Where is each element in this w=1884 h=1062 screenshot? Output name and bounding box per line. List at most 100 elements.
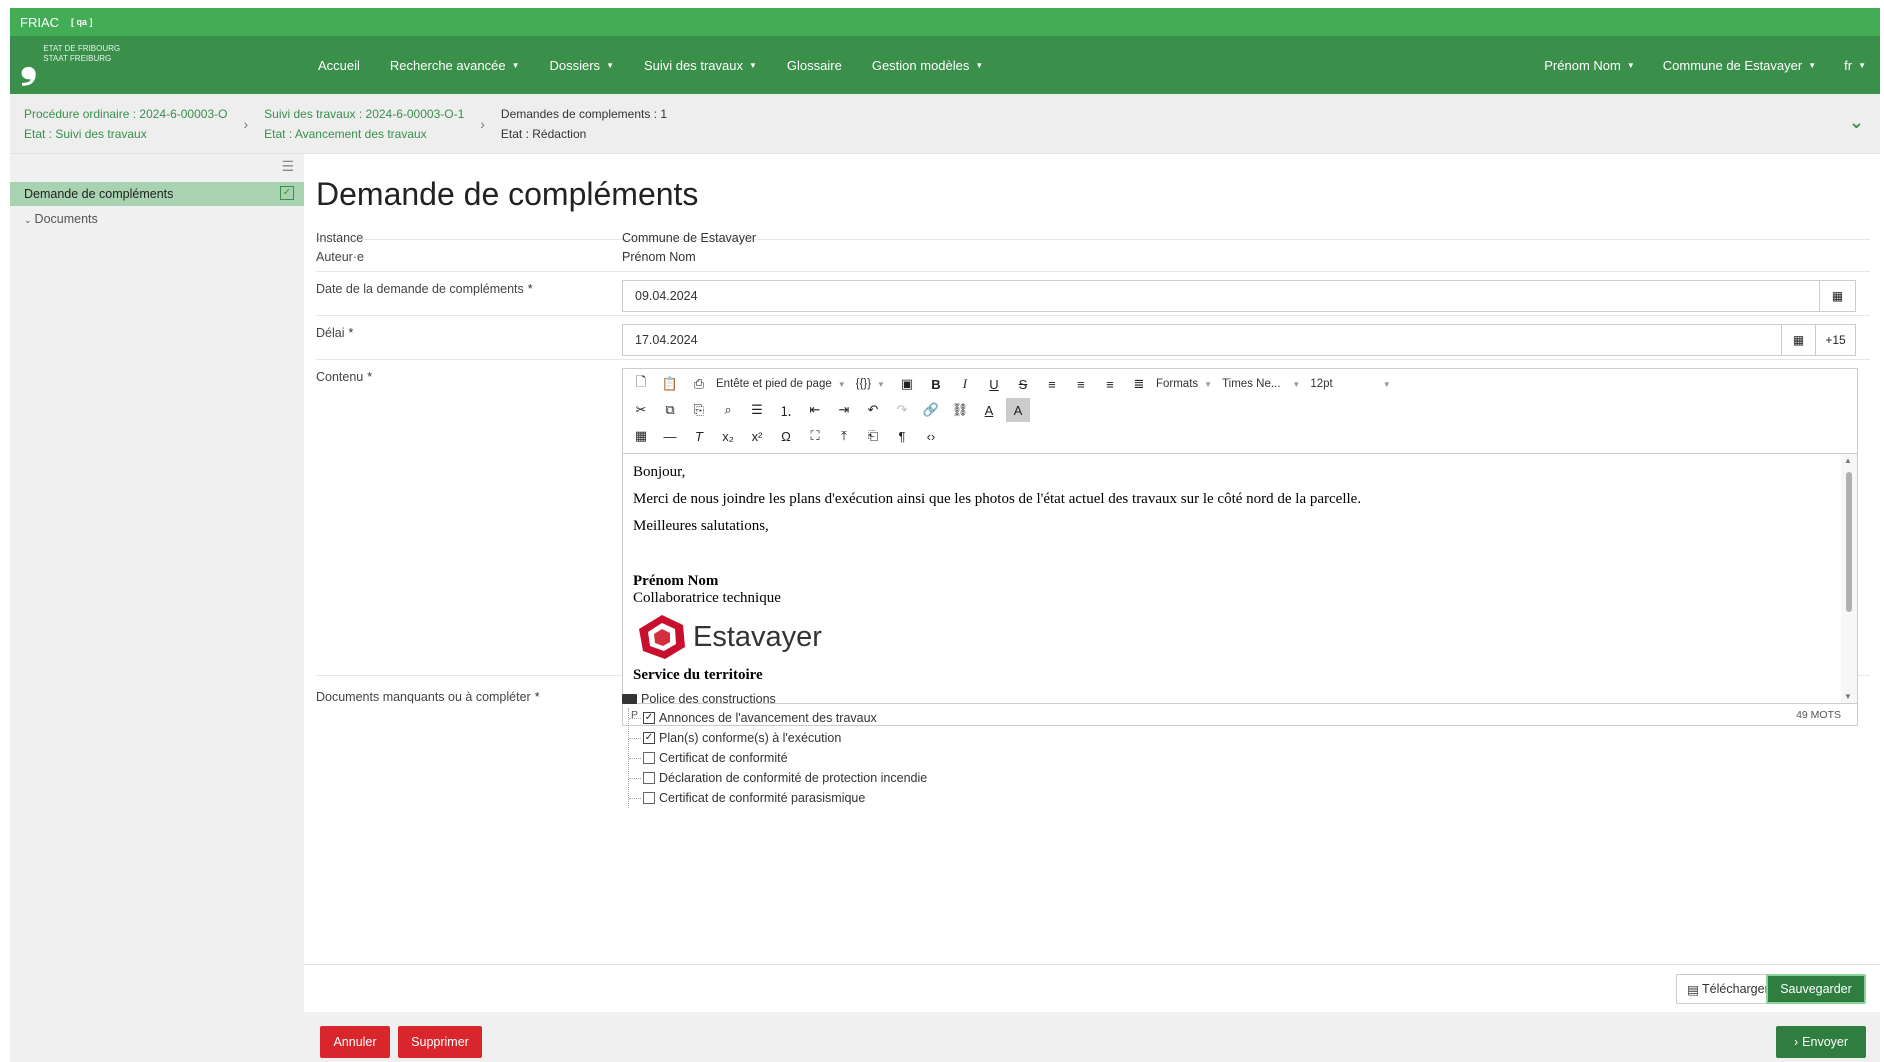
hamburger-icon[interactable]: ☰	[281, 158, 294, 175]
nav-recherche-avancee[interactable]: Recherche avancée ▼	[390, 58, 520, 73]
align-left-icon[interactable]: ≡	[1040, 372, 1064, 396]
list-item[interactable]: ✓ Annonces de l'avancement des travaux	[629, 708, 927, 728]
checkbox[interactable]	[643, 792, 655, 804]
paragraph-icon[interactable]: ¶	[890, 424, 914, 448]
calendar-icon[interactable]: ▦	[1782, 324, 1816, 356]
unlink-icon[interactable]: ⛓	[948, 398, 972, 422]
editor-scrollbar[interactable]: ▲ ▼	[1841, 453, 1857, 703]
cancel-button[interactable]: Annuler	[320, 1026, 390, 1058]
checkbox-checked[interactable]: ✓	[643, 732, 655, 744]
superscript-icon[interactable]: x²	[745, 424, 769, 448]
caret-down-icon: ▼	[1626, 60, 1635, 70]
horizontal-rule-icon[interactable]: —	[658, 424, 682, 448]
page-break-icon[interactable]: ⎗	[861, 424, 885, 448]
cut-icon[interactable]: ✂	[629, 398, 653, 422]
download-button[interactable]: ▤ Télécharger	[1676, 974, 1780, 1004]
nav-gestion-modeles[interactable]: Gestion modèles ▼	[872, 58, 983, 73]
bullet-list-icon[interactable]: ☰	[745, 398, 769, 422]
bold-icon[interactable]: B	[924, 372, 948, 396]
table-icon[interactable]: ▦	[629, 424, 653, 448]
nav-accueil[interactable]: Accueil	[318, 58, 360, 73]
nav-dossiers[interactable]: Dossiers ▼	[549, 58, 614, 73]
numbered-list-icon[interactable]: ⒈	[774, 398, 798, 422]
font-family-dropdown[interactable]: Times Ne... ▼	[1222, 378, 1300, 390]
user-menu[interactable]: Prénom Nom ▼	[1544, 58, 1635, 73]
undo-icon[interactable]: ↶	[861, 398, 885, 422]
image-icon[interactable]: ▣	[895, 372, 919, 396]
breadcrumb-suivi[interactable]: Suivi des travaux : 2024-6-00003-O-1 Eta…	[264, 104, 464, 144]
upload-icon[interactable]: ⤒	[832, 424, 856, 448]
background-color-icon[interactable]: A	[1006, 398, 1030, 422]
crumb-state: Etat : Rédaction	[500, 126, 587, 141]
align-justify-icon[interactable]: ≣	[1127, 372, 1151, 396]
header-footer-dropdown[interactable]: Entête et pied de page ▼	[716, 378, 846, 390]
delay-input[interactable]: 17.04.2024	[622, 324, 1782, 356]
pdf-icon[interactable]: ⎙	[687, 372, 711, 396]
align-center-icon[interactable]: ≡	[1069, 372, 1093, 396]
copy-icon[interactable]: ⧉	[658, 398, 682, 422]
tree-group[interactable]: Police des constructions	[622, 690, 927, 708]
checkbox[interactable]	[643, 752, 655, 764]
list-item[interactable]: Certificat de conformité	[629, 748, 927, 768]
paste-text-icon[interactable]: ⎘	[687, 398, 711, 422]
strikethrough-icon[interactable]: S	[1011, 372, 1035, 396]
nav-glossaire[interactable]: Glossaire	[787, 58, 842, 73]
scroll-down-icon[interactable]: ▼	[1844, 692, 1852, 701]
clear-format-icon[interactable]: T	[687, 424, 711, 448]
language-menu[interactable]: fr ▼	[1844, 58, 1866, 73]
nav-suivi-travaux[interactable]: Suivi des travaux ▼	[644, 58, 757, 73]
list-item[interactable]: Déclaration de conformité de protection …	[629, 768, 927, 788]
nav-label: Dossiers	[549, 57, 601, 73]
add-15-days-button[interactable]: +15	[1816, 324, 1856, 356]
italic-icon[interactable]: I	[953, 372, 977, 396]
find-icon[interactable]: ⌕	[716, 398, 740, 422]
editor-content[interactable]: Bonjour, Merci de nous joindre les plans…	[623, 453, 1841, 703]
source-code-icon[interactable]: ‹›	[919, 424, 943, 448]
new-document-icon[interactable]: 🗋	[629, 372, 653, 396]
date-label-text: Date de la demande de compléments	[316, 282, 524, 296]
outdent-icon[interactable]: ⇤	[803, 398, 827, 422]
link-icon[interactable]: 🔗	[919, 398, 943, 422]
logo-line-2: STAAT FREIBURG	[43, 54, 112, 63]
commune-menu[interactable]: Commune de Estavayer ▼	[1663, 58, 1816, 73]
date-label: Date de la demande de compléments *	[316, 282, 533, 296]
documents-label: Documents manquants ou à compléter *	[316, 690, 540, 704]
text-color-icon[interactable]: A	[977, 398, 1001, 422]
document-label: Plan(s) conforme(s) à l'exécution	[659, 731, 842, 745]
subscript-icon[interactable]: x₂	[716, 424, 740, 448]
date-input[interactable]: 09.04.2024	[622, 280, 1820, 312]
breadcrumb-procedure[interactable]: Procédure ordinaire : 2024-6-00003-O Eta…	[24, 104, 227, 144]
variables-dropdown[interactable]: {{}} ▼	[856, 378, 885, 390]
nav-label: Accueil	[318, 57, 360, 73]
send-button[interactable]: › Envoyer	[1776, 1026, 1866, 1058]
underline-icon[interactable]: U	[982, 372, 1006, 396]
sidebar-item-documents[interactable]: ⌄ Documents	[24, 212, 98, 226]
scrollbar-thumb[interactable]	[1846, 472, 1852, 612]
checkbox[interactable]	[643, 772, 655, 784]
indent-icon[interactable]: ⇥	[832, 398, 856, 422]
save-button[interactable]: Sauvegarder	[1766, 974, 1866, 1004]
scroll-up-icon[interactable]: ▲	[1844, 456, 1852, 465]
special-char-icon[interactable]: Ω	[774, 424, 798, 448]
list-item[interactable]: ✓ Plan(s) conforme(s) à l'exécution	[629, 728, 927, 748]
chevron-down-icon[interactable]: ⌄	[1849, 112, 1864, 133]
caret-down-icon: ▼	[748, 60, 757, 70]
file-pdf-icon: ▤	[1687, 982, 1700, 997]
rich-text-editor: 🗋 📋 ⎙ Entête et pied de page ▼ {{}} ▼ ▣ B …	[622, 368, 1858, 726]
list-item[interactable]: Certificat de conformité parasismique	[629, 788, 927, 808]
state-logo[interactable]: ❟ ETAT DE FRIBOURG STAAT FREIBURG	[10, 36, 304, 94]
caret-down-icon: ▼	[1858, 60, 1866, 70]
document-label: Certificat de conformité parasismique	[659, 791, 866, 805]
formats-dropdown[interactable]: Formats ▼	[1156, 378, 1212, 390]
checkbox-checked[interactable]: ✓	[643, 712, 655, 724]
estavayer-logo: Estavayer	[635, 613, 1831, 661]
font-size-dropdown[interactable]: 12pt ▼	[1310, 378, 1390, 390]
calendar-icon[interactable]: ▦	[1820, 280, 1856, 312]
align-right-icon[interactable]: ≡	[1098, 372, 1122, 396]
sidebar-item-demande[interactable]: Demande de compléments ✓	[10, 182, 304, 206]
paste-icon[interactable]: 📋	[658, 372, 682, 396]
redo-icon[interactable]: ↷	[890, 398, 914, 422]
delete-button[interactable]: Supprimer	[398, 1026, 482, 1058]
estavayer-logo-text: Estavayer	[693, 620, 822, 653]
fullscreen-icon[interactable]: ⛶	[803, 424, 827, 448]
